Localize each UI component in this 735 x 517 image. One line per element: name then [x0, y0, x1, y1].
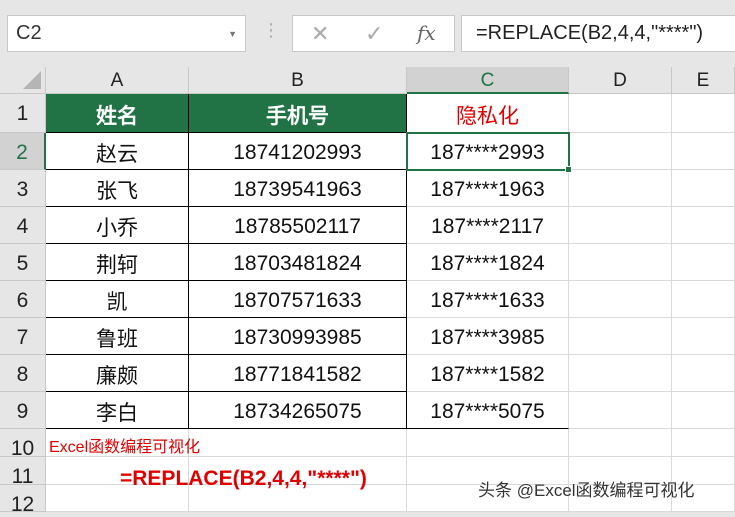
cell[interactable]: [569, 392, 672, 429]
selected-cell-border: [406, 132, 570, 171]
cell[interactable]: [569, 94, 672, 133]
column-header-B[interactable]: B: [189, 67, 407, 94]
watermark: 头条 @Excel函数编程可视化: [478, 481, 695, 500]
cell[interactable]: [672, 207, 735, 244]
header-cell[interactable]: 手机号: [189, 94, 407, 133]
data-cell[interactable]: 187****2117: [407, 207, 569, 244]
data-cell[interactable]: 荆轲: [46, 244, 189, 281]
formula-display: =REPLACE(B2,4,4,"****"): [120, 467, 367, 490]
column-header-C[interactable]: C: [407, 67, 569, 94]
column-header-E[interactable]: E: [672, 67, 735, 94]
data-cell[interactable]: 18739541963: [189, 170, 407, 207]
fx-icon[interactable]: fx: [417, 21, 436, 45]
cell[interactable]: [189, 429, 407, 457]
row-header-6[interactable]: 6: [0, 281, 46, 318]
drag-handle-icon[interactable]: ⋮: [262, 20, 280, 41]
cell[interactable]: [672, 133, 735, 170]
cell[interactable]: [672, 244, 735, 281]
data-cell[interactable]: 187****5075: [407, 392, 569, 429]
row-header-5[interactable]: 5: [0, 244, 46, 281]
cell[interactable]: [672, 170, 735, 207]
row-header-2[interactable]: 2: [0, 133, 46, 170]
spreadsheet-grid: A B C D E 1 2 3 4 5 6 7 8 9 10 11 12 姓名 手机号 隐私化 赵云 1874120299…: [0, 67, 735, 516]
cell[interactable]: [569, 281, 672, 318]
row-header-9[interactable]: 9: [0, 392, 46, 429]
data-cell[interactable]: 18741202993: [189, 133, 407, 170]
row-header-3[interactable]: 3: [0, 170, 46, 207]
row-header-8[interactable]: 8: [0, 355, 46, 392]
data-cell[interactable]: 廉颇: [46, 355, 189, 392]
data-cell[interactable]: 鲁班: [46, 318, 189, 355]
cell[interactable]: [672, 355, 735, 392]
cell[interactable]: [672, 392, 735, 429]
cell[interactable]: [672, 94, 735, 133]
header-cell[interactable]: 隐私化: [407, 94, 569, 133]
cell[interactable]: [672, 429, 735, 457]
enter-icon[interactable]: ✓: [365, 21, 383, 47]
chevron-down-icon[interactable]: ▼: [228, 29, 237, 39]
row-header-7[interactable]: 7: [0, 318, 46, 355]
cell[interactable]: [672, 318, 735, 355]
cell[interactable]: [407, 429, 569, 457]
cell[interactable]: [569, 244, 672, 281]
cell[interactable]: [569, 355, 672, 392]
column-header-A[interactable]: A: [46, 67, 189, 94]
cell[interactable]: [569, 429, 672, 457]
cell[interactable]: [569, 207, 672, 244]
row-header-1[interactable]: 1: [0, 94, 46, 133]
row-header-4[interactable]: 4: [0, 207, 46, 244]
data-cell[interactable]: 18730993985: [189, 318, 407, 355]
data-cell[interactable]: 18703481824: [189, 244, 407, 281]
data-cell[interactable]: 18771841582: [189, 355, 407, 392]
cell[interactable]: [672, 281, 735, 318]
cell[interactable]: [569, 170, 672, 207]
cancel-icon[interactable]: ✕: [311, 21, 329, 47]
data-cell[interactable]: 赵云: [46, 133, 189, 170]
data-cell[interactable]: 18734265075: [189, 392, 407, 429]
note-text: Excel函数编程可视化: [49, 439, 201, 456]
name-box[interactable]: C2 ▼: [7, 15, 246, 52]
data-cell[interactable]: 小乔: [46, 207, 189, 244]
data-cell[interactable]: 187****1582: [407, 355, 569, 392]
cell[interactable]: [569, 318, 672, 355]
select-all-button[interactable]: [0, 67, 46, 94]
formula-buttons: ✕ ✓ fx: [292, 15, 455, 52]
data-cell[interactable]: 李白: [46, 392, 189, 429]
data-cell[interactable]: 凯: [46, 281, 189, 318]
formula-bar[interactable]: =REPLACE(B2,4,4,"****"): [461, 15, 735, 52]
data-cell[interactable]: 187****3985: [407, 318, 569, 355]
data-cell[interactable]: 187****1633: [407, 281, 569, 318]
row-header-11[interactable]: 11: [0, 457, 46, 488]
data-cell[interactable]: 18785502117: [189, 207, 407, 244]
data-cell[interactable]: 18707571633: [189, 281, 407, 318]
fill-handle[interactable]: [565, 166, 572, 173]
data-cell[interactable]: 187****1963: [407, 170, 569, 207]
column-header-D[interactable]: D: [569, 67, 672, 94]
row-header-12[interactable]: 12: [0, 485, 46, 516]
row-header-10[interactable]: 10: [0, 429, 46, 460]
cell[interactable]: [569, 133, 672, 170]
data-cell[interactable]: 张飞: [46, 170, 189, 207]
header-cell[interactable]: 姓名: [46, 94, 189, 133]
data-cell[interactable]: 187****1824: [407, 244, 569, 281]
